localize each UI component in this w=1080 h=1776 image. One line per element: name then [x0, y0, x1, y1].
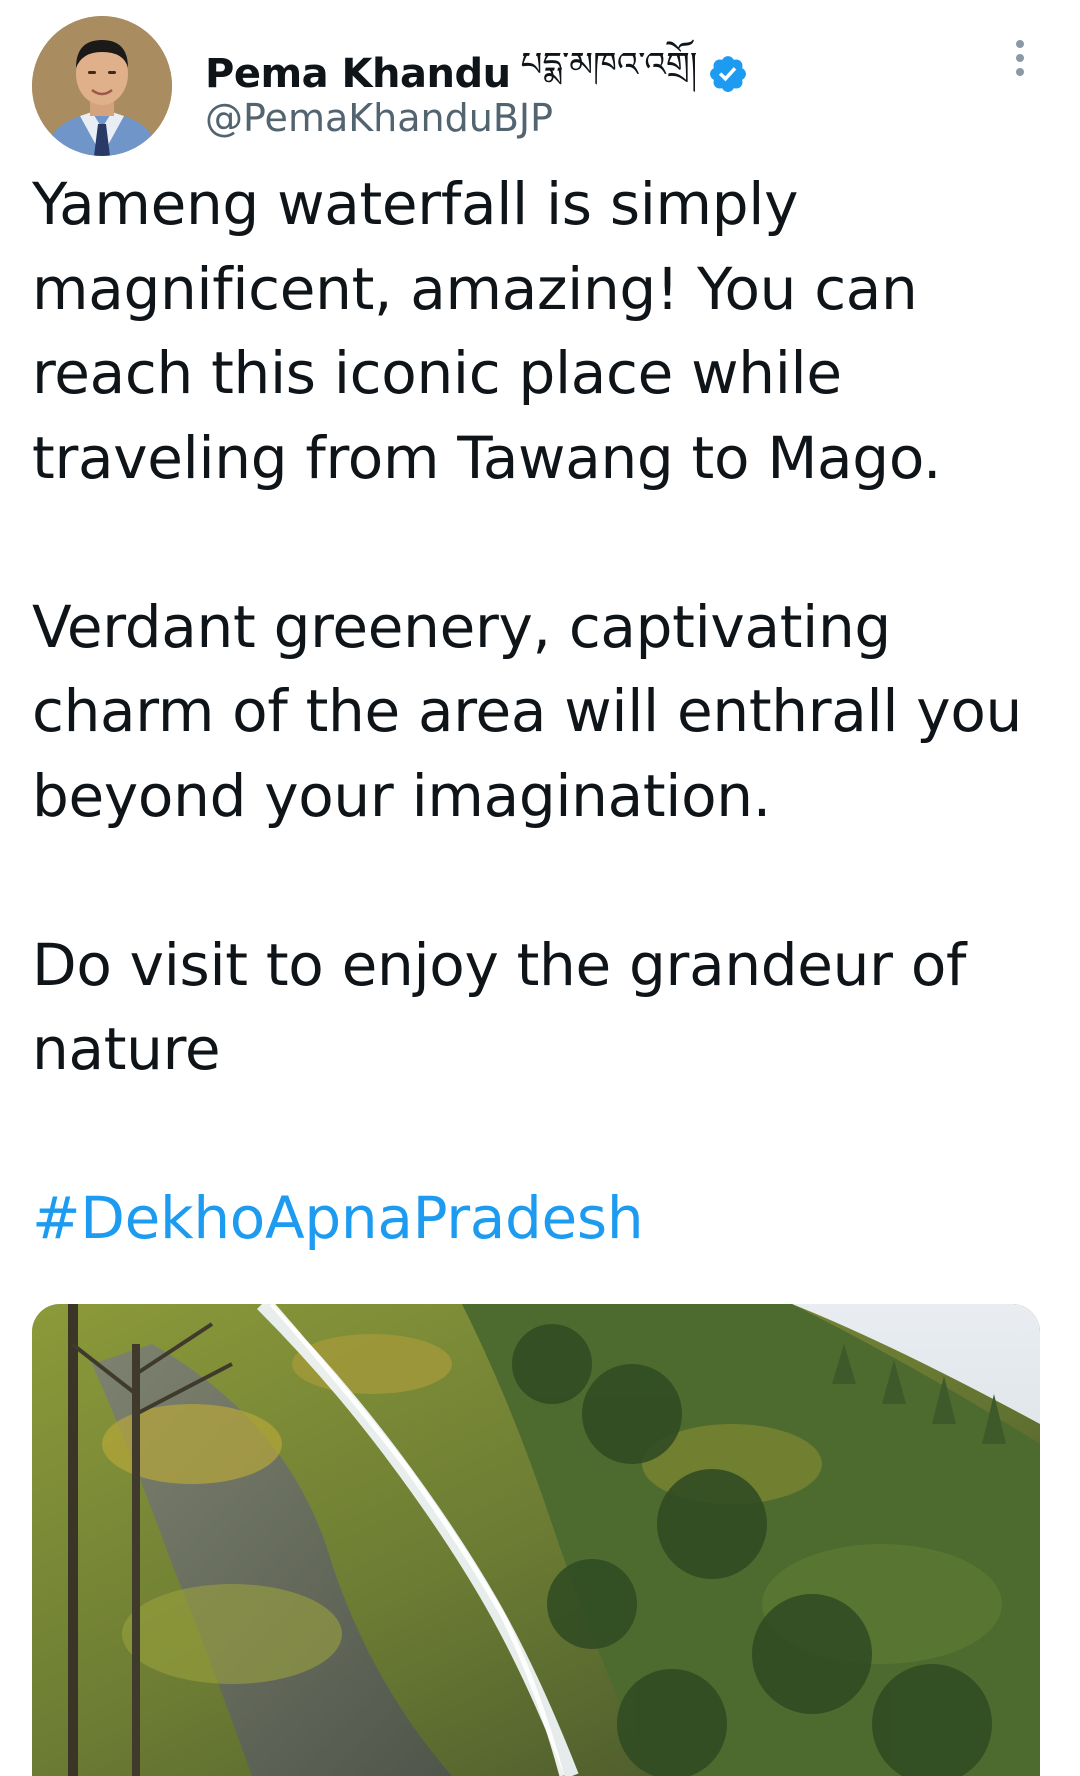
more-vertical-icon [1016, 68, 1024, 76]
more-options-button[interactable] [1002, 36, 1038, 80]
tweet-media[interactable] [32, 1304, 1040, 1776]
waterfall-photo [32, 1304, 1040, 1776]
more-vertical-icon [1016, 54, 1024, 62]
tweet[interactable]: Pema Khandu པདྨ་མཁའ་འགྲོ། @PemaKhanduBJP… [0, 0, 1080, 1776]
display-name[interactable]: Pema Khandu [205, 51, 511, 97]
avatar[interactable] [32, 16, 172, 156]
verified-badge-icon [710, 56, 747, 92]
tweet-paragraph: Yameng waterfall is simply magnificent, … [32, 170, 942, 492]
author-handle[interactable]: @PemaKhanduBJP [205, 96, 553, 140]
tweet-text: Yameng waterfall is simply magnificent, … [32, 162, 1042, 1261]
hashtag-line: #DekhoApnaPradesh [32, 1176, 1042, 1261]
profile-photo [32, 16, 172, 156]
hashtag-link[interactable]: #DekhoApnaPradesh [32, 1184, 644, 1252]
more-vertical-icon [1016, 40, 1024, 48]
tweet-paragraph: Verdant greenery, captivating charm of t… [32, 592, 1022, 830]
tweet-paragraph: Do visit to enjoy the grandeur of nature [32, 930, 967, 1084]
